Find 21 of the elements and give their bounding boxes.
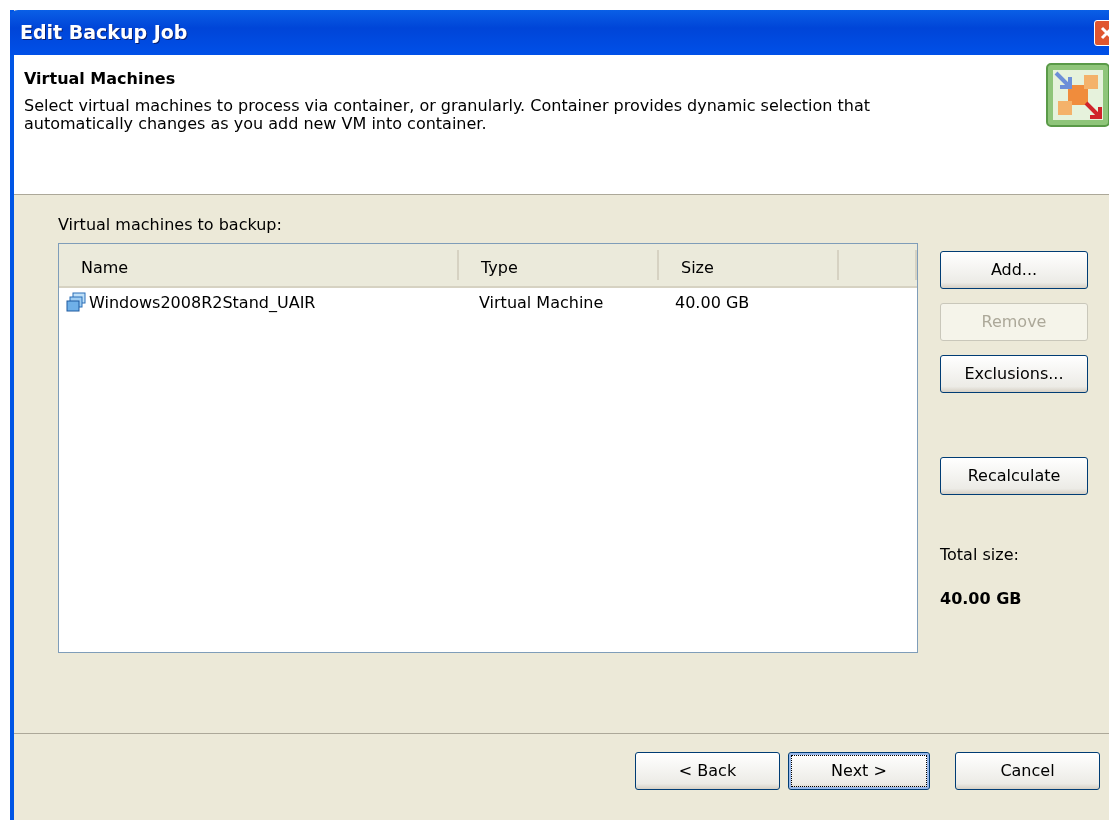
vm-name: Windows2008R2Stand_UAIR [89,292,316,314]
side-button[interactable]: Add... [940,251,1088,289]
wizard-button[interactable]: Cancel [955,752,1100,790]
window-title: Edit Backup Job [20,20,188,46]
page-title: Virtual Machines [24,68,177,90]
page-description: Select virtual machines to process via container, or granularly. Container provides dynamic selection that automatically changes as you add new VM into container. [24,97,872,134]
side-button[interactable]: Exclusions... [940,355,1088,393]
side-button[interactable]: Recalculate [940,457,1088,495]
column-header[interactable]: Size [681,258,714,277]
vm-size: 40.00 GB [675,292,750,314]
total-size-value: 40.00 GB [940,588,1023,610]
list-label: Virtual machines to backup: [58,214,283,236]
total-size-label: Total size: [940,544,1020,566]
wizard-button[interactable]: < Back [635,752,780,790]
column-header[interactable]: Type [481,258,518,277]
virtual-machine-icon [65,292,87,314]
column-header[interactable]: Name [81,258,129,277]
wizard-button[interactable]: Next > [788,752,930,790]
vm-row[interactable]: Windows2008R2Stand_UAIR Virtual Machine 40.00 GB [59,288,917,318]
wizard-logo-icon [1046,63,1109,127]
vm-type: Virtual Machine [479,292,604,314]
